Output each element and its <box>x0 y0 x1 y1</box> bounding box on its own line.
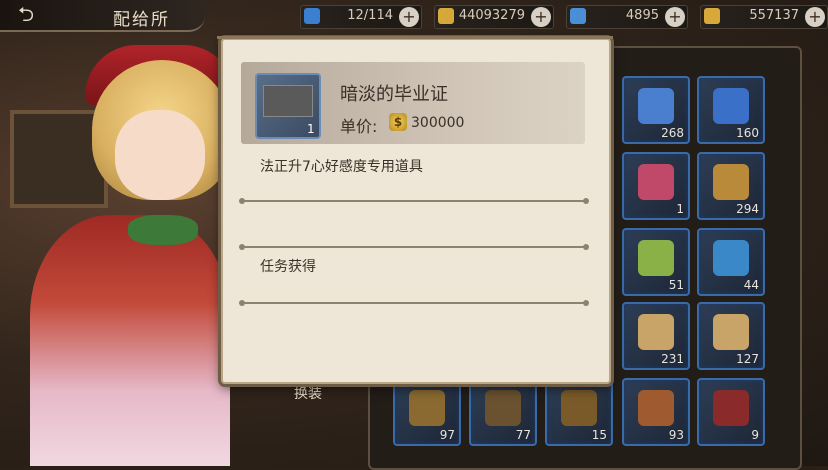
add-stamina-button[interactable]: + <box>399 7 419 27</box>
badge-value: 557137 <box>749 8 799 23</box>
slot-count: 127 <box>736 352 759 366</box>
slot-count: 44 <box>743 278 759 292</box>
add-badge-button[interactable]: + <box>805 7 825 27</box>
inventory-slot[interactable]: 15 <box>545 378 613 446</box>
book-icon <box>409 390 445 426</box>
slot-count: 160 <box>736 126 759 140</box>
certificate-icon <box>263 85 313 117</box>
slot-count: 51 <box>668 278 684 292</box>
ribbon-icon <box>638 164 674 200</box>
crystal-value: 4895 <box>625 8 659 23</box>
gold-resource: 44093279 + <box>434 5 554 29</box>
jar-icon <box>713 240 749 276</box>
divider <box>239 198 589 204</box>
price-value: 300000 <box>411 115 465 131</box>
badge-resource: 557137 + <box>700 5 828 29</box>
inventory-slot[interactable]: 9 <box>697 378 765 446</box>
stamina-icon <box>304 8 320 24</box>
inventory-slot[interactable]: 268 <box>622 76 690 144</box>
add-crystal-button[interactable]: + <box>665 7 685 27</box>
badge-icon <box>704 8 720 24</box>
stick-icon <box>638 240 674 276</box>
equip-label[interactable]: 换装 <box>294 383 322 403</box>
crystal-icon <box>570 8 586 24</box>
character-body <box>30 215 230 466</box>
inventory-slot[interactable]: 93 <box>622 378 690 446</box>
inventory-slot[interactable]: 160 <box>697 76 765 144</box>
stamina-value: 12/114 <box>347 8 393 23</box>
popup-border-deco <box>217 36 613 49</box>
inventory-slot[interactable]: 97 <box>393 378 461 446</box>
header-plate: ⮌ 配给所 <box>0 0 205 32</box>
slot-count: 15 <box>591 428 607 442</box>
item-detail-popup: 1 暗淡的毕业证 单价: $ 300000 法正升7心好感度专用道具 任务获得 <box>217 36 613 384</box>
item-description: 法正升7心好感度专用道具 <box>260 159 423 175</box>
item-source: 任务获得 <box>260 259 316 275</box>
coin-icon: $ <box>389 113 407 131</box>
character-collar <box>128 215 198 245</box>
slot-count: 77 <box>515 428 531 442</box>
item-icon: 1 <box>255 73 321 139</box>
back-arrow-icon[interactable]: ⮌ <box>18 4 78 24</box>
gold-coin-icon <box>438 8 454 24</box>
slot-count: 93 <box>668 428 684 442</box>
gold-value: 44093279 <box>458 8 525 23</box>
page-title: 配给所 <box>113 10 170 30</box>
slot-count: 97 <box>439 428 455 442</box>
inventory-slot[interactable]: 77 <box>469 378 537 446</box>
top-bar: ⮌ 配给所 12/114 + 44093279 + 4895 + 557137 … <box>0 0 828 34</box>
divider <box>239 300 589 306</box>
crystal-resource: 4895 + <box>566 5 688 29</box>
divider <box>239 244 589 250</box>
slot-count: 294 <box>736 202 759 216</box>
frame-icon <box>561 390 597 426</box>
character-face <box>115 110 205 200</box>
inventory-slot[interactable]: 231 <box>622 302 690 370</box>
ornate-box-icon <box>638 390 674 426</box>
inventory-slot[interactable]: 44 <box>697 228 765 296</box>
inventory-slot[interactable]: 1 <box>622 152 690 220</box>
inventory-slot[interactable]: 294 <box>697 152 765 220</box>
turkey-icon <box>713 390 749 426</box>
scroll-icon <box>638 314 674 350</box>
item-name: 暗淡的毕业证 <box>340 84 448 105</box>
stamina-resource: 12/114 + <box>300 5 422 29</box>
slot-count: 231 <box>661 352 684 366</box>
slot-count: 268 <box>661 126 684 140</box>
inventory-slot[interactable]: 127 <box>697 302 765 370</box>
treasure-pile-icon <box>713 164 749 200</box>
inventory-slot[interactable]: 51 <box>622 228 690 296</box>
slot-count: 1 <box>676 202 684 216</box>
scroll-icon <box>713 314 749 350</box>
potion-icon <box>638 88 674 124</box>
item-count: 1 <box>307 122 315 136</box>
price-label: 单价: <box>340 117 378 136</box>
book-icon <box>485 390 521 426</box>
slot-count: 9 <box>751 428 759 442</box>
potion-bottle-icon <box>713 88 749 124</box>
add-gold-button[interactable]: + <box>531 7 551 27</box>
